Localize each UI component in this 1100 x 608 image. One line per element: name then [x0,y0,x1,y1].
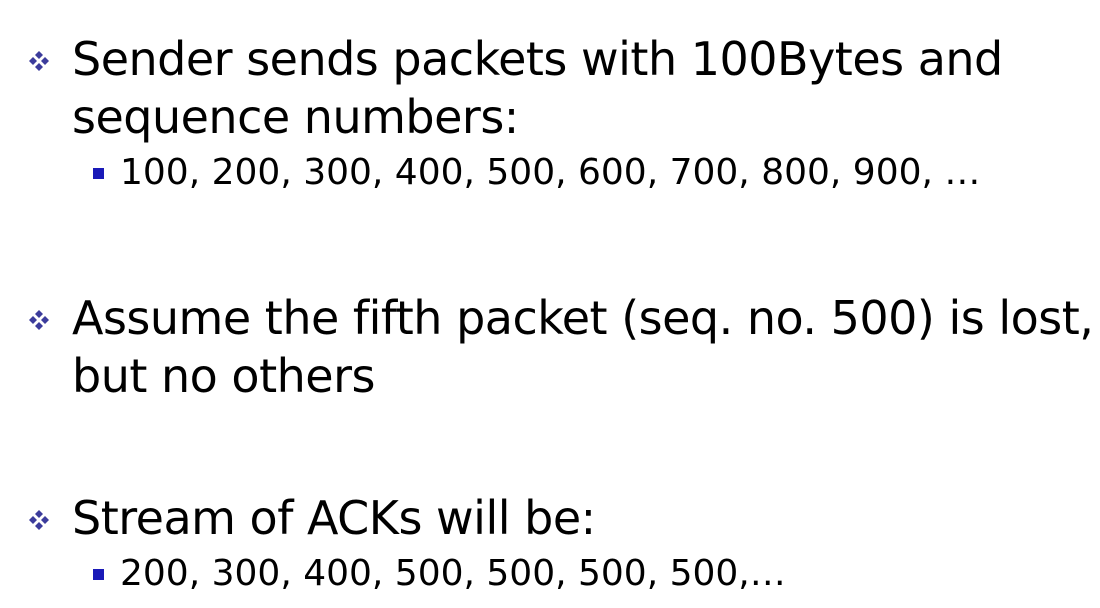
bullet-line: but no others [72,349,375,403]
bullet-line: Stream of ACKs will be: [72,491,596,545]
bullet-text-2: Assume the fifth packet (seq. no. 500) i… [0,289,1100,405]
sub-bullet-1: 100, 200, 300, 400, 500, 600, 700, 800, … [0,148,1100,198]
bullet-item-2: Assume the fifth packet (seq. no. 500) i… [0,289,1100,405]
bullet-item-1: Sender sends packets with 100Bytes and s… [0,30,1100,198]
bullet-item-3: Stream of ACKs will be: 200, 300, 400, 5… [0,489,1100,599]
sub-bullet-text: 100, 200, 300, 400, 500, 600, 700, 800, … [120,152,981,193]
slide: Sender sends packets with 100Bytes and s… [0,0,1100,608]
square-bullet-icon [93,569,104,580]
four-diamond-bullet-icon [29,310,49,330]
sub-bullet-3: 200, 300, 400, 500, 500, 500, 500,… [0,549,1100,599]
bullet-text-3: Stream of ACKs will be: [0,489,1100,547]
square-bullet-icon [93,168,104,179]
bullet-line: Assume the fifth packet (seq. no. 500) i… [72,291,1094,345]
bullet-line: Sender sends packets with 100Bytes and [72,32,1003,86]
sub-bullet-text: 200, 300, 400, 500, 500, 500, 500,… [120,553,786,594]
four-diamond-bullet-icon [29,51,49,71]
bullet-text-1: Sender sends packets with 100Bytes and s… [0,30,1100,146]
bullet-line: sequence numbers: [72,90,519,144]
four-diamond-bullet-icon [29,510,49,530]
